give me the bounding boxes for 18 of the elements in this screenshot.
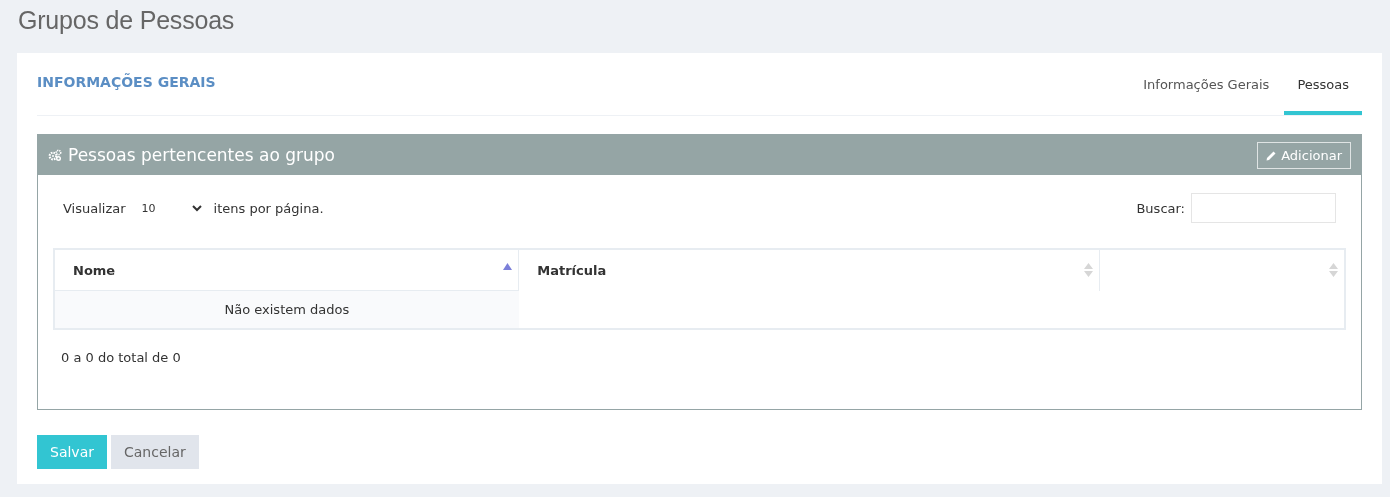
search-label: Buscar: — [1136, 200, 1185, 216]
empty-message: Não existem dados — [54, 290, 519, 329]
section-title: INFORMAÇÕES GERAIS — [37, 74, 216, 90]
column-header[interactable]: Nome — [54, 249, 519, 291]
tab[interactable]: Pessoas — [1284, 53, 1362, 115]
page-size-select[interactable]: 10 — [133, 196, 206, 220]
chevron-down-icon — [191, 204, 202, 212]
gears-icon — [48, 149, 62, 161]
search-field[interactable] — [1191, 193, 1336, 223]
portlet-title: Pessoas pertencentes ao grupo — [68, 145, 335, 165]
tab[interactable]: Informações Gerais — [1130, 53, 1283, 115]
table-info: 0 a 0 do total de 0 — [61, 350, 181, 365]
column-header[interactable]: Matrícula — [518, 249, 1100, 291]
page-title: Grupos de Pessoas — [18, 6, 235, 35]
page-size-label: itens por página. — [213, 200, 324, 216]
pencil-icon — [1266, 149, 1278, 161]
page-size-label: Visualizar — [63, 200, 126, 216]
cancel-button[interactable]: Cancelar — [111, 435, 199, 469]
